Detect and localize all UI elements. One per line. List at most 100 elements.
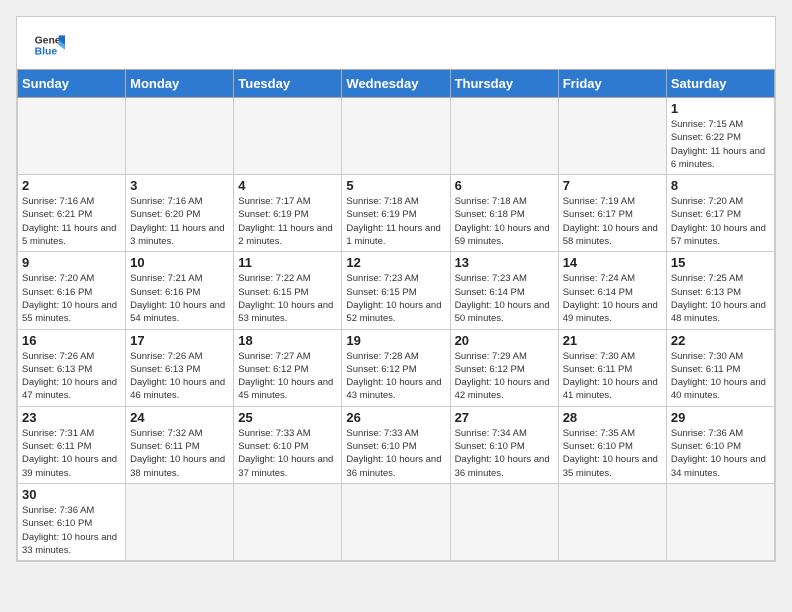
day-number: 1 (671, 101, 770, 116)
day-number: 10 (130, 255, 229, 270)
day-number: 5 (346, 178, 445, 193)
calendar-cell (558, 483, 666, 560)
day-info: Sunrise: 7:16 AM Sunset: 6:21 PM Dayligh… (22, 195, 121, 248)
day-info: Sunrise: 7:31 AM Sunset: 6:11 PM Dayligh… (22, 427, 121, 480)
day-number: 16 (22, 333, 121, 348)
day-info: Sunrise: 7:23 AM Sunset: 6:14 PM Dayligh… (455, 272, 554, 325)
day-info: Sunrise: 7:25 AM Sunset: 6:13 PM Dayligh… (671, 272, 770, 325)
calendar-cell: 30 Sunrise: 7:36 AM Sunset: 6:10 PM Dayli… (18, 483, 126, 560)
weekday-header-row: SundayMondayTuesdayWednesdayThursdayFrid… (18, 70, 775, 98)
day-info: Sunrise: 7:30 AM Sunset: 6:11 PM Dayligh… (563, 350, 662, 403)
day-info: Sunrise: 7:18 AM Sunset: 6:19 PM Dayligh… (346, 195, 445, 248)
logo: General Blue (33, 29, 65, 61)
day-info: Sunrise: 7:32 AM Sunset: 6:11 PM Dayligh… (130, 427, 229, 480)
day-number: 20 (455, 333, 554, 348)
calendar-cell: 3Sunrise: 7:16 AM Sunset: 6:20 PM Daylig… (126, 175, 234, 252)
day-number: 28 (563, 410, 662, 425)
day-number: 8 (671, 178, 770, 193)
calendar-cell (18, 98, 126, 175)
day-info: Sunrise: 7:15 AM Sunset: 6:22 PM Dayligh… (671, 118, 770, 171)
day-number: 30 (22, 487, 121, 502)
calendar-cell (234, 483, 342, 560)
day-info: Sunrise: 7:36 AM Sunset: 6:10 PM Dayligh… (22, 504, 121, 557)
calendar-cell: 21 Sunrise: 7:30 AM Sunset: 6:11 PM Dayli… (558, 329, 666, 406)
day-info: Sunrise: 7:23 AM Sunset: 6:15 PM Dayligh… (346, 272, 445, 325)
calendar-container: General Blue SundayMondayTuesdayWednesda… (16, 16, 776, 562)
calendar-cell: 2 Sunrise: 7:16 AM Sunset: 6:21 PM Daylig… (18, 175, 126, 252)
svg-text:Blue: Blue (35, 47, 58, 58)
calendar-cell: 18 Sunrise: 7:27 AM Sunset: 6:12 PM Dayli… (234, 329, 342, 406)
weekday-header-saturday: Saturday (666, 70, 774, 98)
calendar-cell: 28 Sunrise: 7:35 AM Sunset: 6:10 PM Dayli… (558, 406, 666, 483)
day-info: Sunrise: 7:29 AM Sunset: 6:12 PM Dayligh… (455, 350, 554, 403)
day-number: 19 (346, 333, 445, 348)
day-number: 2 (22, 178, 121, 193)
day-info: Sunrise: 7:34 AM Sunset: 6:10 PM Dayligh… (455, 427, 554, 480)
day-number: 15 (671, 255, 770, 270)
calendar-cell (342, 98, 450, 175)
calendar-cell: 6Sunrise: 7:18 AM Sunset: 6:18 PM Daylig… (450, 175, 558, 252)
day-info: Sunrise: 7:27 AM Sunset: 6:12 PM Dayligh… (238, 350, 337, 403)
day-info: Sunrise: 7:30 AM Sunset: 6:11 PM Dayligh… (671, 350, 770, 403)
calendar-header: General Blue (17, 17, 775, 69)
calendar-row-3: 16 Sunrise: 7:26 AM Sunset: 6:13 PM Dayli… (18, 329, 775, 406)
day-info: Sunrise: 7:21 AM Sunset: 6:16 PM Dayligh… (130, 272, 229, 325)
weekday-header-wednesday: Wednesday (342, 70, 450, 98)
calendar-cell: 13Sunrise: 7:23 AM Sunset: 6:14 PM Dayli… (450, 252, 558, 329)
day-info: Sunrise: 7:16 AM Sunset: 6:20 PM Dayligh… (130, 195, 229, 248)
calendar-cell: 22 Sunrise: 7:30 AM Sunset: 6:11 PM Dayli… (666, 329, 774, 406)
day-info: Sunrise: 7:20 AM Sunset: 6:16 PM Dayligh… (22, 272, 121, 325)
day-number: 4 (238, 178, 337, 193)
calendar-cell (342, 483, 450, 560)
calendar-row-1: 2 Sunrise: 7:16 AM Sunset: 6:21 PM Daylig… (18, 175, 775, 252)
calendar-cell: 20 Sunrise: 7:29 AM Sunset: 6:12 PM Dayli… (450, 329, 558, 406)
calendar-cell (666, 483, 774, 560)
day-number: 26 (346, 410, 445, 425)
calendar-cell: 5 Sunrise: 7:18 AM Sunset: 6:19 PM Daylig… (342, 175, 450, 252)
day-number: 25 (238, 410, 337, 425)
day-info: Sunrise: 7:19 AM Sunset: 6:17 PM Dayligh… (563, 195, 662, 248)
calendar-cell: 23Sunrise: 7:31 AM Sunset: 6:11 PM Dayli… (18, 406, 126, 483)
weekday-header-sunday: Sunday (18, 70, 126, 98)
day-info: Sunrise: 7:35 AM Sunset: 6:10 PM Dayligh… (563, 427, 662, 480)
day-number: 24 (130, 410, 229, 425)
day-info: Sunrise: 7:28 AM Sunset: 6:12 PM Dayligh… (346, 350, 445, 403)
calendar-cell: 10 Sunrise: 7:21 AM Sunset: 6:16 PM Dayli… (126, 252, 234, 329)
calendar-cell: 15 Sunrise: 7:25 AM Sunset: 6:13 PM Dayli… (666, 252, 774, 329)
calendar-cell (450, 98, 558, 175)
day-number: 12 (346, 255, 445, 270)
day-number: 29 (671, 410, 770, 425)
weekday-header-thursday: Thursday (450, 70, 558, 98)
calendar-row-5: 30 Sunrise: 7:36 AM Sunset: 6:10 PM Dayli… (18, 483, 775, 560)
day-number: 27 (455, 410, 554, 425)
day-info: Sunrise: 7:26 AM Sunset: 6:13 PM Dayligh… (130, 350, 229, 403)
day-info: Sunrise: 7:26 AM Sunset: 6:13 PM Dayligh… (22, 350, 121, 403)
calendar-cell: 24 Sunrise: 7:32 AM Sunset: 6:11 PM Dayli… (126, 406, 234, 483)
day-info: Sunrise: 7:36 AM Sunset: 6:10 PM Dayligh… (671, 427, 770, 480)
day-info: Sunrise: 7:33 AM Sunset: 6:10 PM Dayligh… (346, 427, 445, 480)
calendar-cell: 26 Sunrise: 7:33 AM Sunset: 6:10 PM Dayli… (342, 406, 450, 483)
day-number: 21 (563, 333, 662, 348)
calendar-cell (126, 483, 234, 560)
day-number: 9 (22, 255, 121, 270)
calendar-cell: 29 Sunrise: 7:36 AM Sunset: 6:10 PM Dayli… (666, 406, 774, 483)
day-number: 17 (130, 333, 229, 348)
day-info: Sunrise: 7:22 AM Sunset: 6:15 PM Dayligh… (238, 272, 337, 325)
day-number: 11 (238, 255, 337, 270)
day-info: Sunrise: 7:33 AM Sunset: 6:10 PM Dayligh… (238, 427, 337, 480)
day-number: 22 (671, 333, 770, 348)
day-number: 6 (455, 178, 554, 193)
logo-icon: General Blue (33, 29, 65, 61)
calendar-cell (450, 483, 558, 560)
day-number: 18 (238, 333, 337, 348)
calendar-cell: 4 Sunrise: 7:17 AM Sunset: 6:19 PM Daylig… (234, 175, 342, 252)
calendar-cell (126, 98, 234, 175)
calendar-cell: 12 Sunrise: 7:23 AM Sunset: 6:15 PM Dayli… (342, 252, 450, 329)
calendar-cell (558, 98, 666, 175)
weekday-header-tuesday: Tuesday (234, 70, 342, 98)
calendar-cell: 8Sunrise: 7:20 AM Sunset: 6:17 PM Daylig… (666, 175, 774, 252)
weekday-header-monday: Monday (126, 70, 234, 98)
day-number: 7 (563, 178, 662, 193)
day-info: Sunrise: 7:17 AM Sunset: 6:19 PM Dayligh… (238, 195, 337, 248)
calendar-cell: 9 Sunrise: 7:20 AM Sunset: 6:16 PM Daylig… (18, 252, 126, 329)
